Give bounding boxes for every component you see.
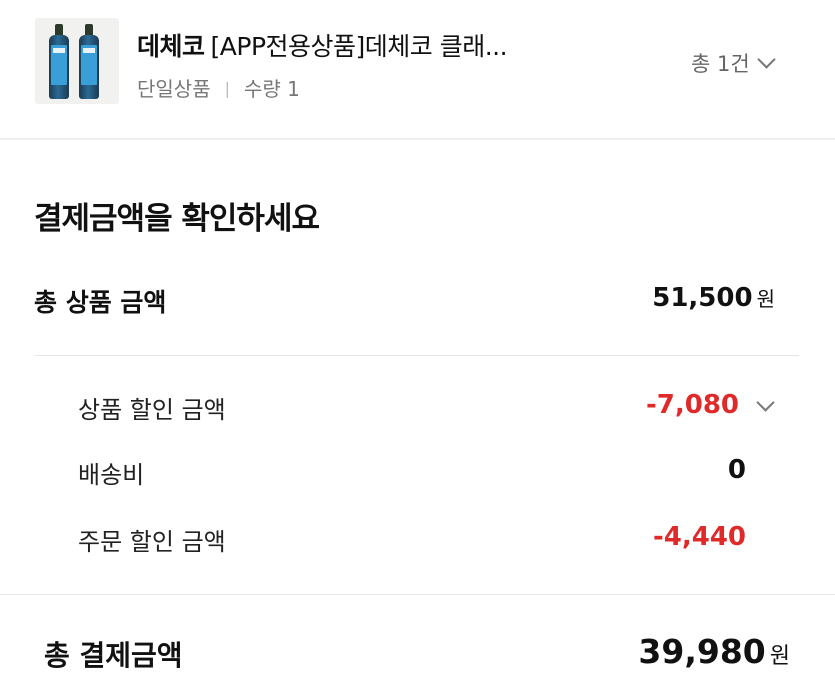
row-divider (35, 355, 799, 356)
section-divider (0, 138, 835, 140)
oil-bottle-icon (79, 24, 99, 100)
order-discount-label: 주문 할인 금액 (78, 528, 226, 556)
order-product-summary: 데체코 [APP전용상품]데체코 클래... 단일상품 | 수량 1 총 1건 (0, 0, 835, 138)
oil-bottle-icon (49, 24, 69, 100)
product-discount-amount: -7,080 (645, 390, 739, 420)
item-count-toggle[interactable]: 총 1건 (691, 48, 776, 78)
option-separator: | (224, 79, 230, 98)
product-discount-label: 상품 할인 금액 (78, 396, 226, 424)
order-discount-amount: -4,440 (652, 522, 746, 552)
chevron-down-icon (756, 49, 776, 69)
item-count: 총 1건 (691, 52, 750, 76)
shipping-amount: 0 (727, 455, 746, 485)
product-quantity: 수량 1 (244, 77, 300, 101)
chevron-down-icon[interactable] (756, 393, 775, 412)
product-thumbnail[interactable] (35, 18, 119, 104)
section-divider (0, 594, 835, 595)
product-brand: 데체코 (137, 32, 205, 61)
grand-total-label: 총 결제금액 (44, 639, 183, 672)
product-name: [APP전용상품]데체코 클래... (210, 32, 508, 61)
payment-section-title: 결제금액을 확인하세요 (34, 201, 320, 237)
product-option: 단일상품 (137, 77, 211, 101)
product-options: 단일상품 | 수량 1 (137, 73, 300, 102)
product-title[interactable]: 데체코 [APP전용상품]데체코 클래... (137, 27, 508, 63)
total-goods-label: 총 상품 금액 (34, 288, 167, 317)
shipping-label: 배송비 (78, 461, 145, 489)
grand-total-amount: 39,980 원 (638, 632, 790, 671)
total-goods-amount: 51,500 원 (652, 283, 775, 313)
